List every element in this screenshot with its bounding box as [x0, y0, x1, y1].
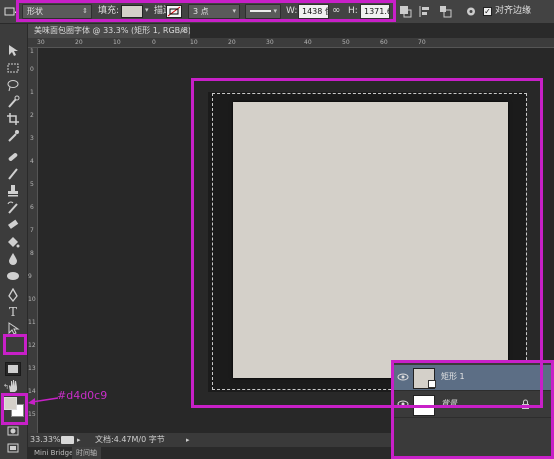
type-tool-icon[interactable]: T: [5, 305, 21, 319]
document-tab-title: 美味面包圈字体 @ 33.3% (矩形 1, RGB/8) *: [34, 26, 190, 35]
ruler-tick-label: 1: [30, 89, 34, 96]
color-annotation: #d4d0c9: [57, 389, 108, 402]
ruler-tick-label: 0: [152, 39, 156, 46]
eraser-tool-icon[interactable]: [5, 218, 21, 232]
highlight-options-bar: [16, 0, 396, 22]
ruler-tick-label: 20: [75, 39, 83, 46]
status-bar: 33.33% ▸ 文档:4.47M/0 字节 ▸: [28, 433, 393, 447]
ruler-tick-label: 60: [380, 39, 388, 46]
tab-mini-bridge[interactable]: Mini Bridge: [30, 447, 77, 459]
marquee-tool-icon[interactable]: [5, 61, 21, 75]
ruler-tick-label: 12: [28, 342, 36, 349]
chevron-right-icon: ▸: [77, 436, 81, 444]
path-arrange-icon: [440, 6, 452, 18]
ruler-tick-label: 0: [30, 66, 34, 73]
pen-tool-icon[interactable]: [5, 288, 21, 302]
highlight-layers-panel: [391, 360, 554, 459]
dodge-tool-icon[interactable]: [5, 269, 21, 283]
bottom-panel-tabs: Mini Bridge 时间轴: [28, 447, 393, 459]
rectangle-tool-icon[interactable]: [5, 362, 21, 376]
ruler-tick-label: 15: [28, 411, 36, 418]
close-icon[interactable]: ×: [180, 24, 187, 38]
foreground-color-swatch[interactable]: [4, 397, 17, 410]
crop-tool-icon[interactable]: [5, 112, 21, 126]
ruler-tick-label: 4: [30, 158, 34, 165]
screen-mode-icon[interactable]: [5, 441, 21, 455]
ruler-tick-label: 8: [30, 250, 34, 257]
ruler-tick-label: 70: [418, 39, 426, 46]
ruler-tick-label: 40: [304, 39, 312, 46]
move-tool-icon[interactable]: [5, 44, 21, 58]
path-arrange-button[interactable]: [438, 4, 453, 19]
tab-timeline[interactable]: 时间轴: [72, 447, 101, 459]
ruler-tick-label: 30: [266, 39, 274, 46]
swap-colors-icon[interactable]: ↰: [3, 383, 9, 391]
quick-select-tool-icon[interactable]: [5, 95, 21, 109]
ruler-tick-label: 30: [37, 39, 45, 46]
ruler-tick-label: 1: [30, 48, 34, 55]
settings-button[interactable]: [464, 4, 479, 19]
path-operations-icon: [400, 6, 412, 18]
highlight-rectangle-tool: [3, 334, 27, 355]
status-info-icon[interactable]: [61, 436, 74, 444]
path-operations-button[interactable]: [398, 4, 413, 19]
brush-tool-icon[interactable]: [5, 167, 21, 181]
ruler-tick-label: 20: [228, 39, 236, 46]
gear-icon: [467, 7, 475, 16]
eyedropper-tool-icon[interactable]: [5, 129, 21, 143]
document-tab[interactable]: 美味面包圈字体 @ 33.3% (矩形 1, RGB/8) * ×: [28, 24, 190, 38]
history-brush-tool-icon[interactable]: [5, 201, 21, 215]
ruler-tick-label: 10: [28, 296, 36, 303]
zoom-level[interactable]: 33.33%: [30, 433, 61, 447]
ruler-tick-label: 7: [30, 227, 34, 234]
ruler-tick-label: 6: [30, 204, 34, 211]
clone-stamp-tool-icon[interactable]: [5, 184, 21, 198]
chevron-right-icon[interactable]: ▸: [186, 433, 190, 447]
vertical-ruler: 1 0 1 2 3 4 5 6 7 8 9 10 11 12 13 14 15: [28, 48, 38, 433]
ruler-tick-label: 10: [113, 39, 121, 46]
horizontal-ruler: 30 20 10 0 10 20 30 40 50 60 70: [28, 38, 554, 48]
document-info: 文档:4.47M/0 字节: [95, 435, 165, 444]
ruler-tick-label: 50: [342, 39, 350, 46]
align-edges-checkbox[interactable]: ✓: [483, 7, 492, 16]
path-alignment-icon: [419, 6, 429, 17]
align-edges-label: 对齐边缘: [495, 6, 532, 16]
healing-brush-tool-icon[interactable]: [5, 150, 21, 164]
quick-mask-icon[interactable]: [5, 424, 21, 438]
ruler-tick-label: 9: [28, 273, 32, 280]
ruler-tick-label: 10: [190, 39, 198, 46]
path-alignment-button[interactable]: [418, 4, 433, 19]
paint-bucket-tool-icon[interactable]: [5, 235, 21, 249]
lasso-tool-icon[interactable]: [5, 78, 21, 92]
ruler-tick-label: 13: [28, 365, 36, 372]
highlight-canvas-shape: [191, 78, 543, 408]
ruler-tick-label: 3: [30, 135, 34, 142]
annotation-arrow-icon: [28, 397, 59, 405]
ruler-tick-label: 2: [30, 112, 34, 119]
ruler-tick-label: 11: [28, 319, 36, 326]
blur-tool-icon[interactable]: [5, 252, 21, 266]
ruler-tick-label: 5: [30, 181, 34, 188]
